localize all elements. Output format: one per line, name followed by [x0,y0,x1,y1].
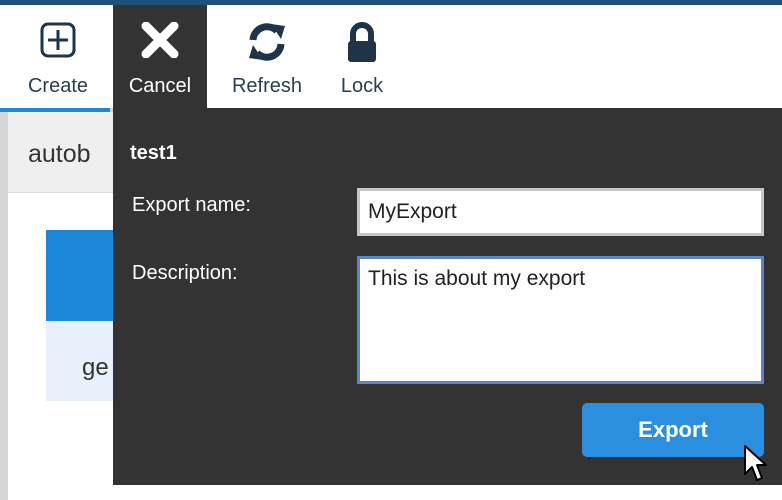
create-button[interactable]: Create [20,5,96,108]
x-icon [140,22,180,68]
mouse-cursor-icon [743,444,767,489]
create-label: Create [27,75,89,97]
cancel-button[interactable]: Cancel [113,5,207,108]
refresh-label: Refresh [231,75,303,97]
toolbar: Create Cancel Refresh Lock [0,5,782,108]
description-textarea[interactable]: This is about my export [357,256,764,384]
export-button[interactable]: Export [582,403,764,457]
refresh-button[interactable]: Refresh [222,5,312,108]
left-gutter [0,112,8,500]
subheader-text: autob [28,140,91,168]
card-text: ge [82,354,109,381]
export-name-label: Export name: [132,194,251,216]
export-dialog: test1 Export name: Description: This is … [113,108,782,485]
cancel-label: Cancel [128,75,192,97]
lock-button[interactable]: Lock [330,5,394,108]
dialog-title: test1 [130,142,177,164]
export-name-input[interactable] [357,188,764,236]
plus-square-icon [40,22,76,68]
lock-label: Lock [340,75,384,97]
lock-icon [345,22,379,68]
refresh-icon [245,22,289,68]
description-label: Description: [132,262,238,284]
